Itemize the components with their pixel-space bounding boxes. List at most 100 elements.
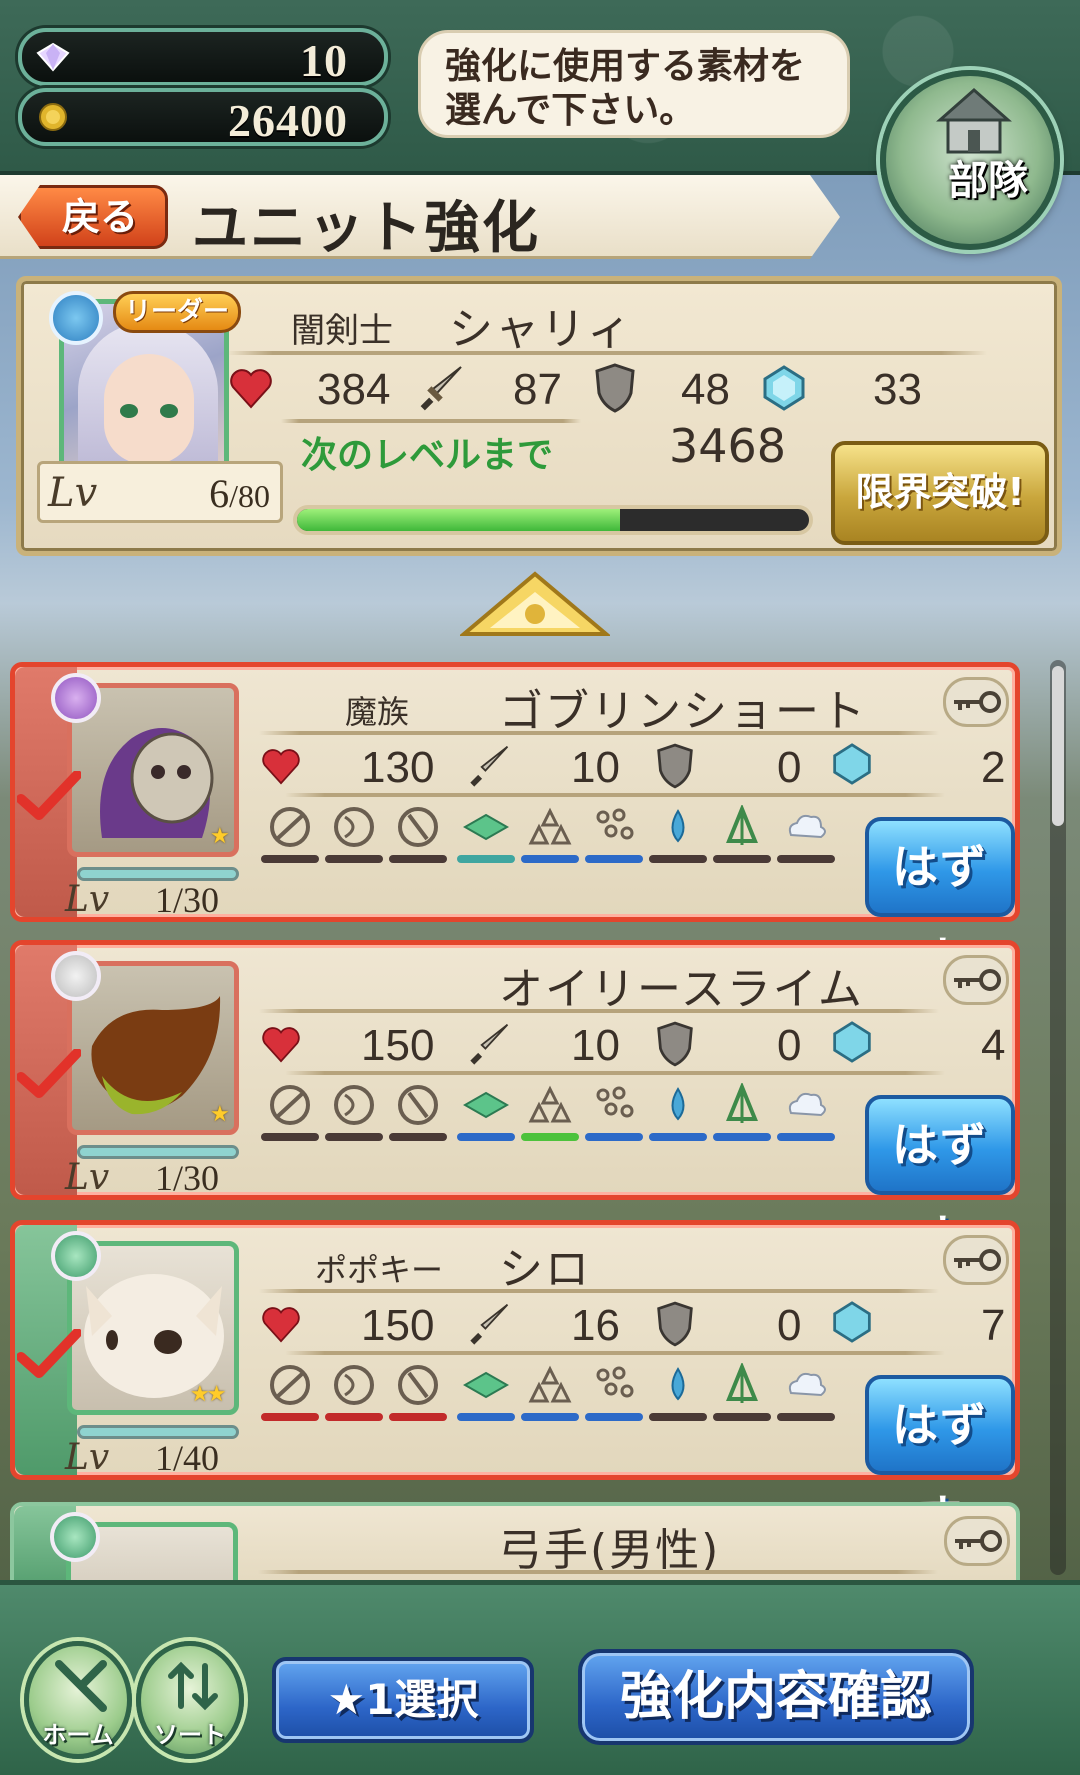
list-scrollbar[interactable] [1050,660,1066,1575]
rocks-icon [596,808,634,840]
confirm-enhance-button[interactable]: 強化内容確認 [578,1649,974,1745]
back-button[interactable]: 戻る [18,185,168,249]
shield-icon [657,743,693,789]
material-card[interactable]: ★ Lv 1/30 オイリースライム 150 10 0 4 はず [10,940,1020,1264]
cloud-icon [788,814,826,839]
sword-icon [470,745,509,787]
unit-hp: 130 [361,743,435,792]
leader-attack: 87 [513,365,562,414]
cloud-icon [788,1372,826,1397]
affinity-slot [457,1083,515,1143]
leader-name: シャリィ [449,304,633,355]
sort-button[interactable]: ソート [136,1641,244,1759]
divider [285,793,945,797]
affinity-slot [389,1363,447,1423]
unit-name: 弓手(男性) [498,1525,721,1576]
leader-level-box: Lv 6/80 [37,461,283,523]
scrollbar-thumb[interactable] [1052,666,1064,826]
plains-icon [463,1371,509,1399]
mountain-icon [528,1365,572,1403]
title-bar: 戻る ユニット強化 [0,175,840,259]
no-sword-icon [270,1365,310,1405]
affinity-slot [261,1363,319,1423]
forest-icon [726,1363,758,1403]
heart-icon [230,369,272,409]
affinity-row [261,1363,835,1423]
remove-button[interactable]: はずす [865,1095,1015,1264]
lock-key-button[interactable] [943,955,1009,1005]
affinity-slot [521,1083,579,1143]
sword-icon [470,1303,509,1345]
water-icon [671,1367,685,1401]
no-staff-icon [398,1085,438,1125]
sort-label: ソート [154,1721,226,1749]
scroll-up-icon[interactable] [460,570,610,642]
remove-button[interactable]: はずす [865,1375,1015,1544]
limit-break-button[interactable]: 限界突破! [831,441,1049,545]
no-bow-icon [334,807,374,847]
next-level-label: 次のレベルまで [301,435,554,476]
unit-class: ポポキー [315,1251,444,1289]
lock-key-button[interactable] [943,677,1009,727]
gem-counter: 10 [18,28,388,86]
selected-check-icon [17,771,81,820]
magic-resist-icon [763,365,805,411]
unit-level: 1/30 [155,1158,220,1198]
unit-defense: 0 [777,743,802,792]
home-button[interactable]: ホーム [24,1641,132,1759]
gem-count: 10 [300,35,348,86]
affinity-slot [457,805,515,865]
rarity-stars: ★ [210,1102,230,1127]
leader-class: 闇剣士 [291,311,393,351]
rarity-stars: ★★ [190,1382,226,1407]
divider [259,731,939,735]
forest-icon [726,805,758,845]
sword-icon [420,366,462,411]
level-label: Lv [48,470,98,516]
key-icon [954,691,1001,713]
exp-progress-bar [293,505,813,535]
lock-key-button[interactable] [944,1516,1010,1566]
leader-tag: リーダー [113,291,241,333]
leader-face [104,354,194,464]
leader-defense: 48 [681,365,730,414]
material-card[interactable]: ★ Lv 1/30 魔族 ゴブリンショート 130 10 0 2 はず [10,662,1020,986]
mountain-icon [528,807,572,845]
affinity-slot [325,1083,383,1143]
unit-hp: 150 [361,1301,435,1350]
selected-check-icon [17,1329,81,1378]
unit-attack: 10 [571,743,620,792]
divider [259,1009,939,1013]
affinity-slot [585,1363,643,1423]
unit-defense: 0 [777,1021,802,1070]
no-bow-icon [334,1085,374,1125]
next-level-exp: 3468 [669,419,787,473]
gem-icon [36,42,70,72]
affinity-slot [389,1083,447,1143]
unit-magic-resist: 2 [981,743,1006,792]
leader-magic-resist: 33 [873,365,922,414]
squad-label: 部隊 [948,158,1028,204]
affinity-slot [649,1363,707,1423]
rocks-icon [596,1086,634,1118]
affinity-slot [713,805,771,865]
unit-magic-resist: 4 [981,1021,1006,1070]
divider [258,1570,938,1574]
material-card[interactable]: ★★ Lv 1/40 ポポキー シロ 150 16 0 7 はず [10,1220,1020,1544]
affinity-slot [457,1363,515,1423]
squad-button[interactable]: 部隊 [880,70,1060,250]
gold-coin-icon [39,103,67,131]
no-staff-icon [398,807,438,847]
home-icon [55,1660,107,1712]
select-one-star-button[interactable]: ★1選択 [272,1657,534,1743]
unit-level: 1/40 [155,1438,220,1478]
unit-defense: 0 [777,1301,802,1350]
magic-resist-icon [833,1301,871,1343]
selected-check-icon [17,1049,81,1098]
affinity-slot [585,1083,643,1143]
affinity-slot [777,1083,835,1143]
heart-icon [262,749,300,785]
remove-button[interactable]: はずす [865,817,1015,986]
lock-key-button[interactable] [943,1235,1009,1285]
shield-icon [657,1301,693,1347]
